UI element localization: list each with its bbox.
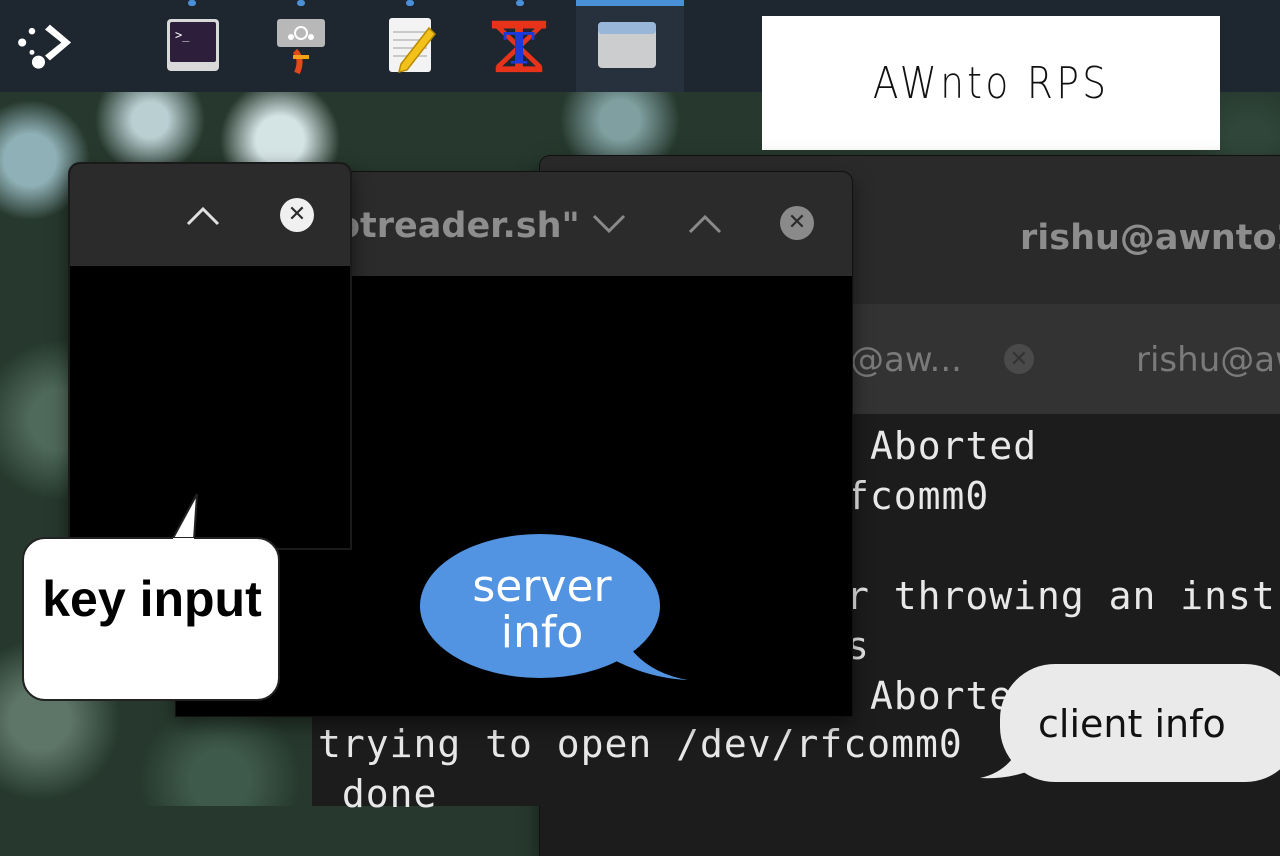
network-tool-icon [277,19,325,75]
server-info-bubble: server info [420,532,690,684]
title-card-text: AWnto RPS [872,57,1110,109]
window-title: rishu@awnto2 [1020,218,1280,258]
app-launcher-icon [18,24,72,69]
tab-label: @aw... [850,340,962,380]
window-launcher[interactable] [596,12,658,78]
window-title: otreader.sh" [336,206,580,246]
client-info-bubble: client info [978,662,1280,786]
terminal-line: done [318,772,438,816]
tab-2[interactable]: rishu@aw [1120,304,1280,414]
chevron-up-icon [688,214,722,234]
terminal-line: r throwing an inst [846,574,1276,618]
key-input-label: key input [42,571,262,627]
text-editor-icon [389,18,436,74]
tab-label: rishu@aw [1136,340,1280,380]
server-info-label: server info [472,561,612,658]
key-input-bubble: key input [22,490,282,702]
chevron-up-icon [186,206,220,226]
tex-launcher[interactable]: T [488,12,550,78]
running-dot [188,0,196,6]
window-header: ✕ [70,164,350,266]
tab-1[interactable]: @aw... ✕ [840,304,1050,414]
app-launcher-button[interactable] [14,12,76,78]
close-button[interactable]: ✕ [780,206,814,240]
terminal-icon: >_ [167,19,219,71]
close-button[interactable]: ✕ [280,198,314,232]
client-info-label: client info [1038,702,1226,746]
terminal-line: Aborted [870,424,1038,468]
terminal-launcher[interactable]: >_ [162,12,224,78]
svg-text:>_: >_ [175,28,190,42]
terminal-line: fcomm0 [846,474,990,518]
title-card: AWnto RPS [762,16,1220,150]
terminal-line: trying to open /dev/rfcomm0 [318,722,963,766]
maximize-button[interactable] [680,204,730,244]
close-icon: ✕ [280,198,314,232]
running-dot [406,0,414,6]
window-icon [598,22,656,68]
maximize-button[interactable] [178,196,228,236]
close-icon: ✕ [780,206,814,240]
svg-text:T: T [503,24,535,74]
active-app-indicator [576,0,684,6]
running-dot [516,0,524,6]
running-dot [297,0,305,6]
tab-close-icon[interactable]: ✕ [1004,344,1034,374]
terminal-output-bottom[interactable]: trying to open /dev/rfcomm0 done [312,716,1002,816]
network-tool-launcher[interactable] [270,12,332,78]
chevron-down-icon [592,214,626,234]
text-editor-launcher[interactable] [380,12,442,78]
tex-icon: T [491,20,547,74]
minimize-button[interactable] [584,204,634,244]
